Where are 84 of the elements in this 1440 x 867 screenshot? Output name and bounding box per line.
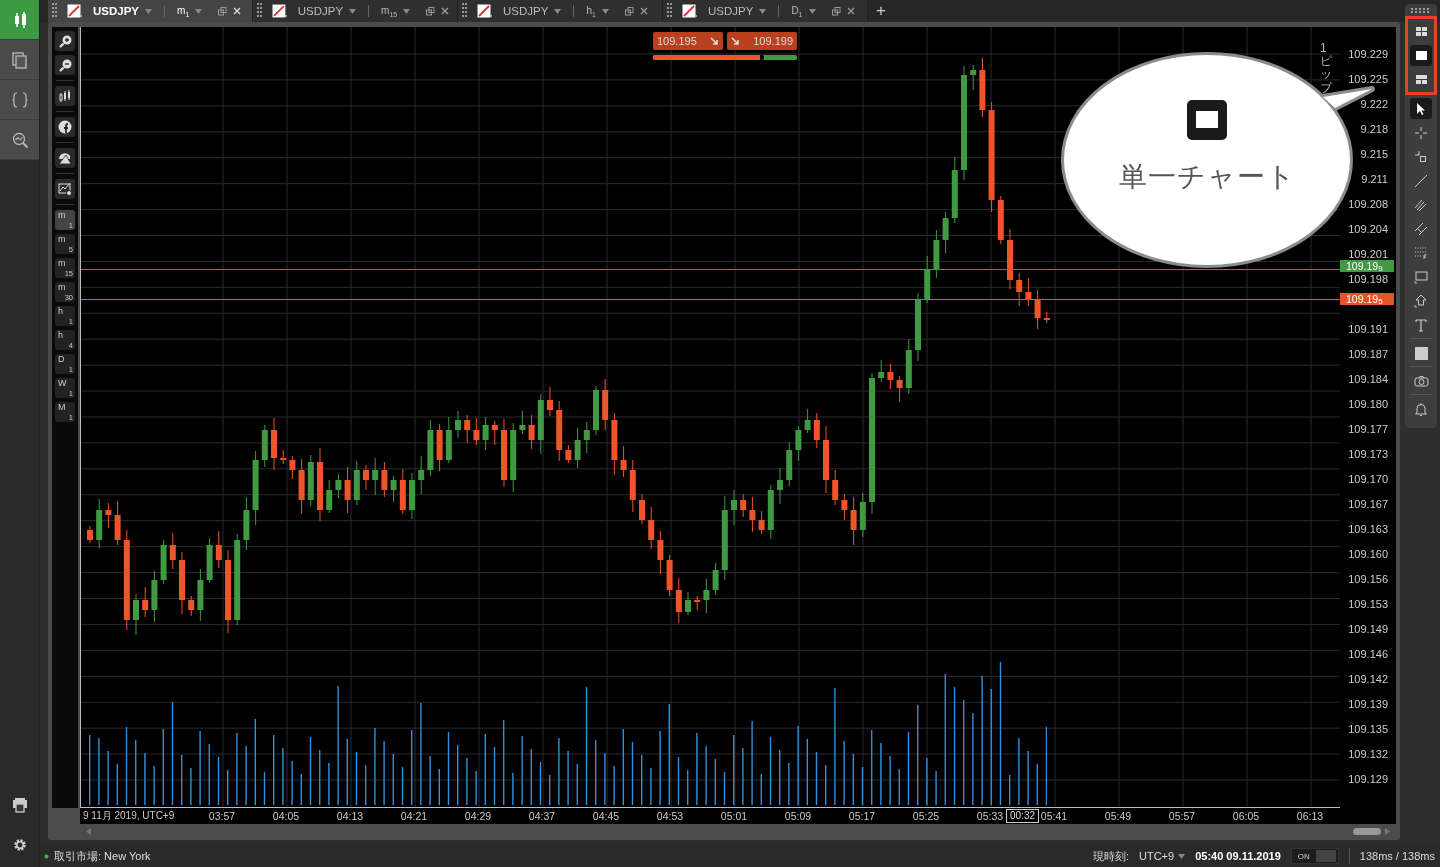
ask-price-button[interactable]: 109.199: [727, 32, 797, 50]
add-tab-button[interactable]: +: [868, 0, 894, 22]
time-tick-label: 05:09: [784, 810, 812, 822]
price-tick-label: 109.187: [1348, 347, 1388, 361]
time-tick-label: 04:13: [336, 810, 364, 822]
bid-price-button[interactable]: 109.195: [653, 32, 723, 50]
timeframe-letter: M: [58, 402, 66, 412]
datetime-label: 05:40 09.11.2019: [1195, 850, 1281, 862]
time-tick-label: 05:17: [848, 810, 876, 822]
timeframe-letter: h: [58, 330, 63, 340]
price-tick-label: 109.160: [1348, 547, 1388, 561]
price-tick-label: 9.222: [1359, 97, 1388, 111]
time-tick-label: 04:05: [272, 810, 300, 822]
price-tick-label: 9.218: [1359, 122, 1388, 136]
time-tick-label: 05:49: [1104, 810, 1132, 822]
time-tick-label: 03:57: [208, 810, 236, 822]
price-tick-label: 9.211: [1360, 172, 1388, 186]
latency-label: 138ms / 138ms: [1359, 850, 1435, 862]
price-tick-label: 9.215: [1359, 147, 1388, 161]
chart-tab[interactable]: USDJPY h$_{1}$: [458, 0, 663, 22]
price-tick-label: 109.198: [1348, 272, 1388, 286]
price-tick-label: 109.135: [1348, 722, 1388, 736]
timeframe-letter: D: [58, 354, 65, 364]
time-cursor-label: 00:32: [1006, 809, 1040, 823]
price-tick-label: 109.167: [1348, 497, 1388, 511]
price-tick-label: 109.225: [1348, 72, 1388, 86]
timeframe-letter: m: [58, 210, 66, 220]
time-tick-label: 05:01: [720, 810, 748, 822]
price-tick-label: 109.149: [1348, 622, 1388, 636]
timeframe-letter: m: [58, 282, 66, 292]
price-tick-label: 109.142: [1348, 672, 1388, 686]
price-tick-label: 109.180: [1348, 397, 1388, 411]
callout-text: 単一チャート: [1118, 159, 1296, 195]
price-badge: 109.19$_{5}$: [1340, 293, 1394, 305]
time-tick-label: 04:21: [400, 810, 428, 822]
chart-tab[interactable]: USDJPY m$_{15}$: [253, 0, 458, 22]
symbol-label: USDJPY: [93, 5, 140, 17]
price-tick-label: 109.170: [1348, 472, 1388, 486]
chart-tab[interactable]: USDJPY D$_{1}$: [663, 0, 868, 22]
price-tick-label: 109.204: [1348, 222, 1388, 236]
timeframe-letter: m: [58, 234, 66, 244]
price-badge: 109.19$_{9}$: [1340, 260, 1394, 272]
timeframe-label: h$_{1}$: [586, 4, 596, 18]
timeframe-letter: W: [58, 378, 67, 388]
toggle-label: ON: [1297, 851, 1310, 861]
price-tick-label: 109.146: [1348, 647, 1388, 661]
time-tick-label: 04:53: [656, 810, 684, 822]
timeframe-label: m$_{1}$: [177, 4, 190, 18]
timezone-dropdown[interactable]: UTC+9: [1139, 850, 1186, 862]
time-tick-label: 06:13: [1296, 810, 1324, 822]
time-tick-label: 05:41: [1040, 810, 1068, 822]
toggle-switch[interactable]: ON: [1290, 848, 1339, 864]
time-tick-label: 05:33: [976, 810, 1004, 822]
time-tick-label: 05:57: [1168, 810, 1196, 822]
price-tick-label: 109.153: [1348, 597, 1388, 611]
timeframe-label: m$_{15}$: [381, 4, 398, 18]
market-label: 取引市場: New York: [54, 848, 151, 864]
symbol-label: USDJPY: [503, 5, 549, 17]
date-label: 9 11月 2019, UTC+9: [82, 809, 176, 823]
timeframe-letter: h: [58, 306, 63, 316]
symbol-label: USDJPY: [708, 5, 754, 17]
price-tick-label: 109.177: [1348, 422, 1388, 436]
price-tick-label: 109.201: [1348, 247, 1388, 261]
price-tick-label: 109.132: [1348, 747, 1388, 761]
time-tick-label: 06:05: [1232, 810, 1260, 822]
chart-tab[interactable]: USDJPY m$_{1}$: [48, 0, 253, 22]
price-tick-label: 109.191: [1348, 322, 1388, 336]
symbol-label: USDJPY: [297, 5, 344, 17]
price-tick-label: 109.156: [1348, 572, 1388, 586]
price-tick-label: 109.184: [1348, 372, 1388, 386]
price-tick-label: 109.208: [1348, 197, 1388, 211]
timeframe-label: D$_{1}$: [791, 4, 803, 18]
price-tick-label: 109.163: [1348, 522, 1388, 536]
time-tick-label: 04:45: [592, 810, 620, 822]
pip-label: 1ピップ: [1320, 42, 1332, 95]
timeframe-letter: m: [58, 258, 66, 268]
price-tick-label: 109.173: [1348, 447, 1388, 461]
time-tick-label: 05:25: [912, 810, 940, 822]
price-tick-label: 109.129: [1348, 772, 1388, 786]
price-tick-label: 109.139: [1348, 697, 1388, 711]
time-label: 現時刻:: [1092, 848, 1129, 864]
price-tick-label: 109.229: [1348, 47, 1388, 61]
time-tick-label: 04:37: [528, 810, 556, 822]
time-tick-label: 04:29: [464, 810, 492, 822]
